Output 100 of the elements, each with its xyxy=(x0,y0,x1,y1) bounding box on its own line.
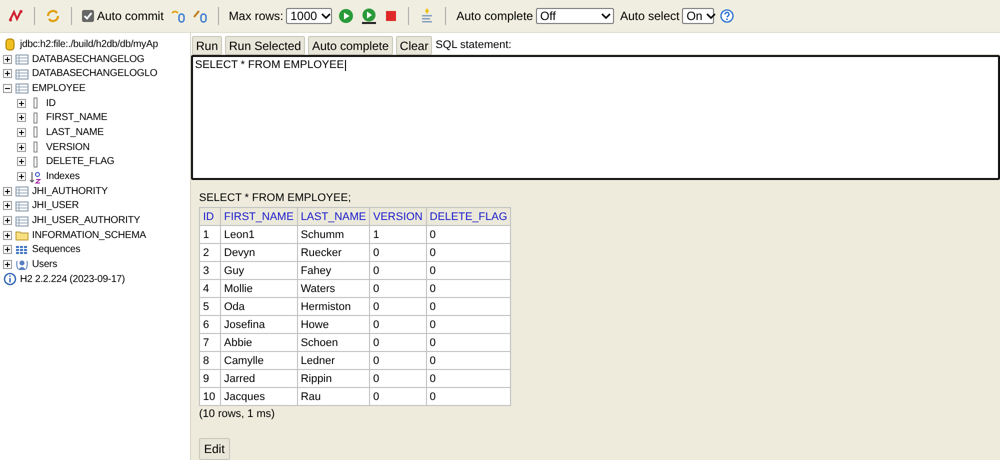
table-cell: 4 xyxy=(200,280,220,298)
table-icon xyxy=(15,198,29,213)
commit-icon[interactable] xyxy=(170,8,186,24)
table-cell: 1 xyxy=(200,226,220,244)
caret-icon xyxy=(321,12,332,20)
table-cell: 0 xyxy=(370,334,426,352)
max-rows-select[interactable]: 1000 xyxy=(286,8,332,24)
expand-icon[interactable] xyxy=(17,157,26,166)
column-header: ID xyxy=(200,208,220,226)
auto-select-select[interactable]: On xyxy=(682,8,714,24)
toolbar-button[interactable]: Run xyxy=(192,36,222,54)
tree-item[interactable]: jdbc:h2:file:./build/h2db/db/myAp xyxy=(20,38,158,50)
auto-commit-checkbox[interactable] xyxy=(82,10,94,22)
tree-item[interactable]: Indexes xyxy=(46,171,80,182)
table-cell: Ruecker xyxy=(297,244,370,262)
table-cell: 0 xyxy=(426,226,511,244)
expand-icon[interactable] xyxy=(17,128,26,137)
table-cell: Guy xyxy=(220,262,298,280)
caret-icon xyxy=(601,12,612,20)
column-header: VERSION xyxy=(370,208,426,226)
tree-item[interactable]: LAST_NAME xyxy=(46,126,104,138)
table-cell: 0 xyxy=(426,244,511,262)
index-icon xyxy=(29,170,43,184)
tree-item[interactable]: DATABASECHANGELOG xyxy=(32,54,144,65)
expand-icon[interactable] xyxy=(3,260,12,270)
table-cell: 0 xyxy=(426,298,511,316)
tree-item[interactable]: JHI_USER xyxy=(32,200,79,212)
table-cell: Fahey xyxy=(297,262,370,280)
collapse-icon[interactable] xyxy=(3,84,12,93)
run-icon[interactable] xyxy=(338,8,354,24)
table-cell: Schumm xyxy=(297,226,370,244)
disconnect-icon[interactable] xyxy=(8,8,24,24)
table-cell: 9 xyxy=(200,370,220,388)
table-cell: 6 xyxy=(200,316,220,334)
expand-icon[interactable] xyxy=(3,201,12,210)
edit-button[interactable]: Edit xyxy=(199,438,230,460)
table-icon xyxy=(15,52,29,66)
expand-icon[interactable] xyxy=(17,172,26,182)
tree-item[interactable]: DELETE_FLAG xyxy=(46,156,114,168)
expand-icon[interactable] xyxy=(3,186,12,196)
table-icon xyxy=(15,214,29,228)
toolbar-button[interactable]: Clear xyxy=(396,36,432,54)
table-cell: 8 xyxy=(200,352,220,370)
toolbar-button[interactable]: Auto complete xyxy=(308,36,393,54)
auto-complete-select[interactable]: Off xyxy=(536,8,614,24)
table-cell: 0 xyxy=(426,370,511,388)
caret-icon xyxy=(706,12,716,20)
rollback-icon[interactable] xyxy=(192,8,208,24)
column-header: LAST_NAME xyxy=(297,208,370,226)
table-cell: Ledner xyxy=(297,352,370,370)
expand-icon[interactable] xyxy=(3,230,12,240)
table-cell: 0 xyxy=(370,280,426,298)
auto-complete-label: Auto complete xyxy=(456,9,534,23)
tree-item[interactable]: ID xyxy=(46,98,56,109)
result-statement: SELECT * FROM EMPLOYEE; xyxy=(199,192,352,204)
table-cell: 0 xyxy=(370,244,426,262)
table-cell: 0 xyxy=(426,280,511,298)
version-text: H2 2.2.224 (2023-09-17) xyxy=(20,274,125,285)
tree-item[interactable]: EMPLOYEE xyxy=(32,82,86,94)
tree-item[interactable]: Sequences xyxy=(32,244,80,256)
auto-commit-label: Auto commit xyxy=(97,9,164,23)
table-cell: Oda xyxy=(220,298,298,316)
table-cell: Mollie xyxy=(220,280,298,298)
column-header: FIRST_NAME xyxy=(220,208,298,226)
stop-icon[interactable] xyxy=(384,9,398,23)
tree-item[interactable]: VERSION xyxy=(46,142,90,153)
table-cell: 5 xyxy=(200,298,220,316)
table-cell: 0 xyxy=(370,298,426,316)
sql-editor[interactable]: SELECT * FROM EMPLOYEE xyxy=(191,55,1000,180)
tree-item[interactable]: DATABASECHANGELOGLO xyxy=(32,68,158,80)
run-selected-icon[interactable] xyxy=(360,7,378,25)
expand-icon[interactable] xyxy=(17,113,26,122)
table-cell: Camylle xyxy=(220,352,298,370)
tree-item[interactable]: FIRST_NAME xyxy=(46,112,108,124)
table-cell: 0 xyxy=(370,370,426,388)
table-cell: Waters xyxy=(297,280,370,298)
table-cell: 2 xyxy=(200,244,220,262)
expand-icon[interactable] xyxy=(17,98,26,108)
table-icon xyxy=(15,66,29,81)
expand-icon[interactable] xyxy=(3,245,12,254)
table-cell: Rippin xyxy=(297,370,370,388)
table-cell: Jacques xyxy=(220,388,298,406)
table-cell: 1 xyxy=(370,226,426,244)
tree-item[interactable]: JHI_AUTHORITY xyxy=(32,186,108,197)
sql-statement-label: SQL statement: xyxy=(435,39,512,51)
expand-icon[interactable] xyxy=(3,54,12,64)
info-icon xyxy=(3,272,17,286)
expand-icon[interactable] xyxy=(3,69,12,78)
tree-item[interactable]: Users xyxy=(32,259,58,270)
help-icon[interactable] xyxy=(720,9,734,23)
tree-item[interactable]: INFORMATION_SCHEMA xyxy=(32,230,146,241)
expand-icon[interactable] xyxy=(17,142,26,152)
table-cell: 0 xyxy=(426,352,511,370)
table-cell: 0 xyxy=(426,388,511,406)
table-cell: 0 xyxy=(370,262,426,280)
toolbar-button[interactable]: Run Selected xyxy=(225,36,306,54)
table-cell: 7 xyxy=(200,334,220,352)
expand-icon[interactable] xyxy=(3,216,12,226)
table-cell: Devyn xyxy=(220,244,298,262)
tree-item[interactable]: JHI_USER_AUTHORITY xyxy=(32,215,140,226)
